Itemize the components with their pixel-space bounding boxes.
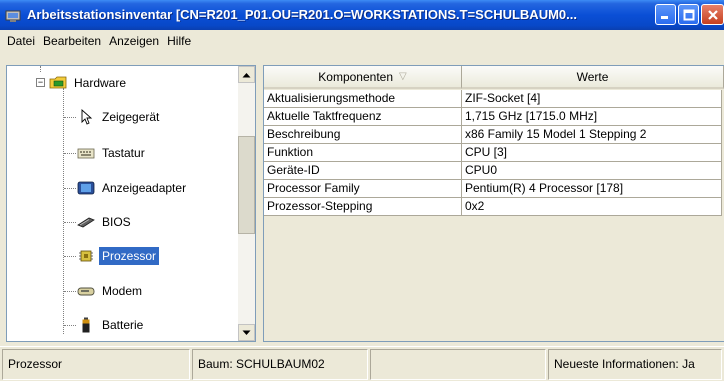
battery-icon: [82, 317, 90, 333]
table-row[interactable]: Aktualisierungsmethode ZIF-Socket [4]: [264, 90, 724, 108]
minimize-icon: [661, 16, 668, 19]
menu-anzeigen[interactable]: Anzeigen: [105, 34, 163, 48]
tree-item-label: Prozessor: [99, 247, 160, 265]
column-header-label: Komponenten: [318, 69, 394, 84]
keyboard-icon: [77, 148, 95, 159]
tree-line: [64, 256, 76, 257]
cell-value: Pentium(R) 4 Processor [178]: [462, 180, 722, 198]
status-selected-item: Prozessor: [2, 349, 190, 380]
cell-value: CPU0: [462, 162, 722, 180]
bios-chip-icon: [77, 217, 95, 228]
arrow-up-icon: [242, 72, 251, 77]
tree-item-label: Anzeigeadapter: [102, 181, 187, 195]
modem-icon: [77, 287, 95, 296]
hardware-folder-icon: [49, 76, 67, 89]
hardware-tree[interactable]: − Hardware Zeigegerät Tastatur Anzeigead…: [6, 65, 256, 342]
column-header-komponenten[interactable]: Komponenten ▽: [264, 66, 462, 89]
status-empty-panel: [370, 349, 546, 380]
cell-component: Prozessor-Stepping: [264, 198, 462, 216]
tree-line: [40, 66, 41, 72]
display-adapter-icon: [77, 181, 95, 195]
close-icon: [707, 9, 718, 20]
processor-icon: [79, 250, 93, 262]
cell-value: 1,715 GHz [1715.0 MHz]: [462, 108, 722, 126]
tree-line: [64, 117, 76, 118]
tree-line: [64, 188, 76, 189]
mouse-pointer-icon: [81, 109, 93, 125]
table-row[interactable]: Beschreibung x86 Family 15 Model 1 Stepp…: [264, 126, 724, 144]
tree-item-tastatur[interactable]: Tastatur: [77, 142, 148, 164]
column-header-label: Werte: [576, 69, 609, 84]
tree-item-prozessor[interactable]: Prozessor: [77, 245, 160, 267]
collapse-toggle[interactable]: −: [36, 78, 45, 87]
cell-component: Aktuelle Taktfrequenz: [264, 108, 462, 126]
maximize-button[interactable]: [678, 4, 699, 25]
tree-item-modem[interactable]: Modem: [77, 280, 145, 302]
tree-item-label: Modem: [102, 284, 143, 298]
arrow-down-icon: [242, 330, 251, 335]
status-latest-info: Neueste Informationen: Ja: [548, 349, 722, 380]
properties-table: Komponenten ▽ Werte Aktualisierungsmetho…: [263, 65, 724, 342]
tree-line: [64, 153, 76, 154]
cell-value: x86 Family 15 Model 1 Stepping 2: [462, 126, 722, 144]
status-bar: Prozessor Baum: SCHULBAUM02 Neueste Info…: [0, 346, 724, 381]
tree-scrollbar[interactable]: [238, 66, 255, 341]
cell-value: ZIF-Socket [4]: [462, 90, 722, 108]
table-header: Komponenten ▽ Werte: [264, 66, 724, 89]
scroll-down-button[interactable]: [238, 324, 255, 341]
status-tree: Baum: SCHULBAUM02: [192, 349, 368, 380]
tree-item-anzeigeadapter[interactable]: Anzeigeadapter: [77, 177, 189, 199]
tree-item-batterie[interactable]: Batterie: [77, 314, 146, 336]
tree-item-label: Hardware: [74, 76, 127, 90]
table-row[interactable]: Prozessor-Stepping 0x2: [264, 198, 724, 216]
tree-line: [64, 291, 76, 292]
tree-item-bios[interactable]: BIOS: [77, 211, 134, 233]
title-bar[interactable]: Arbeitsstationsinventar [CN=R201_P01.OU=…: [0, 0, 724, 30]
table-row[interactable]: Processor Family Pentium(R) 4 Processor …: [264, 180, 724, 198]
table-row[interactable]: Aktuelle Taktfrequenz 1,715 GHz [1715.0 …: [264, 108, 724, 126]
cell-value: CPU [3]: [462, 144, 722, 162]
tree-item-hardware[interactable]: Hardware: [49, 72, 129, 94]
scroll-thumb[interactable]: [238, 136, 255, 234]
scroll-up-button[interactable]: [238, 66, 255, 83]
close-button[interactable]: [701, 4, 724, 25]
table-row[interactable]: Geräte-ID CPU0: [264, 162, 724, 180]
tree-item-label: BIOS: [102, 215, 131, 229]
window-title: Arbeitsstationsinventar [CN=R201_P01.OU=…: [27, 7, 577, 22]
tree-item-label: Tastatur: [102, 146, 145, 160]
tree-item-label: Zeigegerät: [102, 110, 160, 124]
cell-component: Geräte-ID: [264, 162, 462, 180]
tree-item-label: Batterie: [102, 318, 144, 332]
menu-bar: Datei Bearbeiten Anzeigen Hilfe: [0, 30, 724, 51]
table-body: Aktualisierungsmethode ZIF-Socket [4] Ak…: [264, 90, 724, 216]
tree-line: [63, 88, 64, 334]
cell-component: Beschreibung: [264, 126, 462, 144]
column-header-werte[interactable]: Werte: [462, 66, 724, 89]
menu-bearbeiten[interactable]: Bearbeiten: [39, 34, 105, 48]
app-icon: [5, 10, 21, 22]
menu-hilfe[interactable]: Hilfe: [163, 34, 195, 48]
minimize-button[interactable]: [655, 4, 676, 25]
pane-splitter[interactable]: [256, 65, 263, 342]
cell-component: Processor Family: [264, 180, 462, 198]
tree-line: [64, 222, 76, 223]
cell-component: Aktualisierungsmethode: [264, 90, 462, 108]
maximize-icon: [683, 9, 694, 20]
tree-line: [64, 325, 76, 326]
menu-datei[interactable]: Datei: [3, 34, 39, 48]
cell-component: Funktion: [264, 144, 462, 162]
sort-descending-icon: ▽: [399, 71, 407, 82]
cell-value: 0x2: [462, 198, 722, 216]
table-row[interactable]: Funktion CPU [3]: [264, 144, 724, 162]
tree-item-zeigegeraet[interactable]: Zeigegerät: [77, 106, 162, 128]
